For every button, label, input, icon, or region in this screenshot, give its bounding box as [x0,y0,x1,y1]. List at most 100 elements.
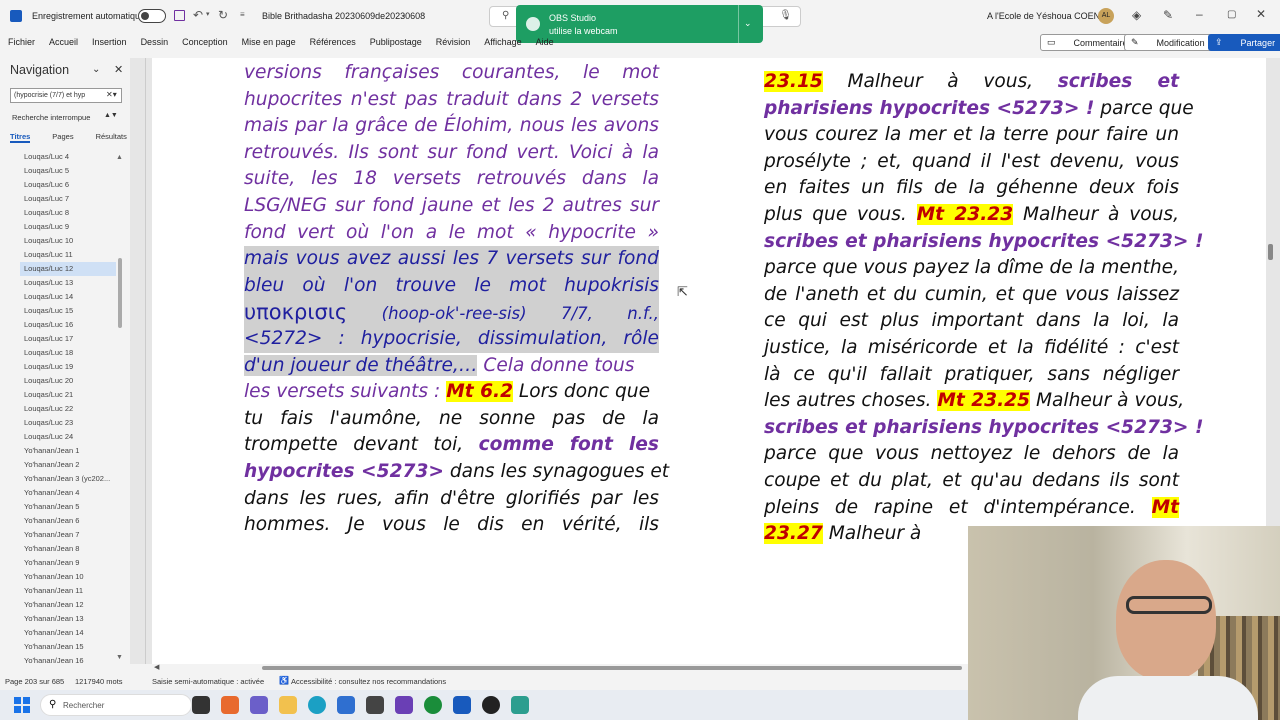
visual-studio-icon[interactable] [395,696,413,714]
nav-heading-item[interactable]: Louqas/Luc 7 [0,192,130,206]
nav-heading-item[interactable]: Louqas/Luc 5 [0,164,130,178]
nav-heading-item[interactable]: Louqas/Luc 17 [0,332,130,346]
nav-heading-item[interactable]: Louqas/Luc 12 [20,262,116,276]
horizontal-scroll-thumb[interactable] [262,666,962,670]
undo-dropdown-icon[interactable]: ▾ [206,10,210,18]
nav-scroll-up-icon[interactable]: ▲ [116,154,123,161]
xbox-icon[interactable] [424,696,442,714]
accessibility-status[interactable]: Accessibilité : consultez nos recommanda… [291,677,446,686]
minimize-icon[interactable]: – [1196,7,1203,21]
nav-heading-item[interactable]: Louqas/Luc 10 [0,234,130,248]
nav-heading-item[interactable]: Yo'hanan/Jean 16 [0,654,130,668]
nav-heading-item[interactable]: Yo'hanan/Jean 6 [0,514,130,528]
right-scrollbar[interactable] [1268,244,1273,260]
obs-icon[interactable] [482,696,500,714]
menu-conception[interactable]: Conception [182,37,228,47]
nav-heading-item[interactable]: Louqas/Luc 24 [0,430,130,444]
menu-references[interactable]: Références [310,37,356,47]
autosave-toggle[interactable] [138,9,166,23]
avatar[interactable]: AL [1098,8,1114,24]
menu-dessin[interactable]: Dessin [141,37,169,47]
input-mode-status[interactable]: Saisie semi-automatique : activée [152,677,264,686]
widgets-icon[interactable] [221,696,239,714]
account-name[interactable]: A l'Ecole de Yéshoua COENNE [987,11,1113,21]
chat-icon[interactable] [250,696,268,714]
nav-heading-item[interactable]: Louqas/Luc 6 [0,178,130,192]
nav-heading-item[interactable]: Louqas/Luc 21 [0,388,130,402]
nav-heading-item[interactable]: Louqas/Luc 4 [0,150,130,164]
edge-icon[interactable] [308,696,326,714]
tab-pages[interactable]: Pages [52,132,73,143]
nav-heading-item[interactable]: Louqas/Luc 20 [0,374,130,388]
microphone-icon[interactable]: 🎙 [779,10,792,21]
menu-aide[interactable]: Aide [536,37,554,47]
nav-heading-item[interactable]: Louqas/Luc 22 [0,402,130,416]
nav-search-clear-icon[interactable]: ✕▾ [106,90,117,99]
save-icon[interactable] [174,10,185,21]
page-count[interactable]: Page 203 sur 685 [5,677,64,686]
nav-heading-item[interactable]: Yo'hanan/Jean 8 [0,542,130,556]
nav-heading-item[interactable]: Louqas/Luc 14 [0,290,130,304]
text-line: pleins de rapine et d'intempérance. Mt [764,495,1179,522]
nav-heading-item[interactable]: Louqas/Luc 9 [0,220,130,234]
redo-icon[interactable]: ↻ [218,8,228,22]
nav-heading-item[interactable]: Yo'hanan/Jean 11 [0,584,130,598]
nav-heading-item[interactable]: Louqas/Luc 18 [0,346,130,360]
store-icon[interactable] [337,696,355,714]
diamond-icon[interactable]: ◈ [1132,8,1141,22]
word-taskbar-icon[interactable] [453,696,471,714]
snipping-tool-icon[interactable] [511,696,529,714]
nav-heading-item[interactable]: Yo'hanan/Jean 12 [0,598,130,612]
horizontal-scrollbar[interactable]: ◀ [152,664,970,672]
undo-icon[interactable]: ↶ [193,8,203,22]
nav-heading-item[interactable]: Yo'hanan/Jean 9 [0,556,130,570]
close-icon[interactable]: ✕ [1256,7,1266,21]
title-chevron-icon[interactable]: ⌄ [400,10,407,19]
file-explorer-icon[interactable] [279,696,297,714]
tab-titres[interactable]: Titres [10,132,31,143]
nav-close-icon[interactable]: ✕ [114,63,123,76]
nav-heading-item[interactable]: Yo'hanan/Jean 13 [0,612,130,626]
nav-heading-item[interactable]: Yo'hanan/Jean 4 [0,486,130,500]
customize-qat-icon[interactable]: ≡ [240,10,245,19]
nav-heading-item[interactable]: Yo'hanan/Jean 1 [0,444,130,458]
pen-icon[interactable]: ✎ [1163,8,1173,22]
menu-publipostage[interactable]: Publipostage [370,37,422,47]
nav-scrollbar[interactable] [118,258,122,328]
nav-heading-item[interactable]: Yo'hanan/Jean 2 [0,458,130,472]
nav-heading-item[interactable]: Yo'hanan/Jean 7 [0,528,130,542]
nav-heading-item[interactable]: Louqas/Luc 8 [0,206,130,220]
tab-resultats[interactable]: Résultats [96,132,127,143]
unity-icon[interactable] [366,696,384,714]
notification-expand-icon[interactable]: ⌄ [744,18,752,29]
nav-heading-item[interactable]: Yo'hanan/Jean 14 [0,626,130,640]
nav-heading-item[interactable]: Louqas/Luc 11 [0,248,130,262]
navigation-pane: Navigation ⌄ ✕ (hypocrisie (7/7) et hyp … [0,58,130,668]
nav-heading-item[interactable]: Louqas/Luc 19 [0,360,130,374]
nav-heading-item[interactable]: Louqas/Luc 15 [0,304,130,318]
text-line: suite, les 18 versets retrouvés dans la [244,168,659,190]
task-view-icon[interactable] [192,696,210,714]
nav-heading-item[interactable]: Yo'hanan/Jean 5 [0,500,130,514]
taskbar-search[interactable]: ⚲ Rechercher [40,694,192,716]
scroll-left-icon[interactable]: ◀ [154,663,159,671]
maximize-icon[interactable]: ▢ [1227,9,1236,20]
share-button[interactable]: ⇪Partager▾ [1208,34,1280,51]
menu-accueil[interactable]: Accueil [49,37,78,47]
nav-heading-item[interactable]: Yo'hanan/Jean 10 [0,570,130,584]
windows-start-icon[interactable] [14,697,30,713]
nav-scroll-down-icon[interactable]: ▼ [116,654,123,661]
menu-fichier[interactable]: Fichier [8,37,35,47]
nav-heading-item[interactable]: Louqas/Luc 13 [0,276,130,290]
menu-revision[interactable]: Révision [436,37,471,47]
menu-mise-en-page[interactable]: Mise en page [242,37,296,47]
nav-options-icon[interactable]: ⌄ [92,64,100,75]
word-count[interactable]: 1217940 mots [75,677,123,686]
menu-affichage[interactable]: Affichage [484,37,521,47]
nav-heading-item[interactable]: Louqas/Luc 23 [0,416,130,430]
prev-result-icon[interactable]: ▲▼ [104,112,118,119]
nav-heading-item[interactable]: Yo'hanan/Jean 3 (yc202... [0,472,130,486]
nav-heading-item[interactable]: Louqas/Luc 16 [0,318,130,332]
nav-heading-item[interactable]: Yo'hanan/Jean 15 [0,640,130,654]
menu-insertion[interactable]: Insertion [92,37,127,47]
